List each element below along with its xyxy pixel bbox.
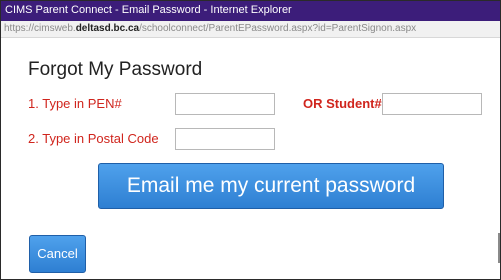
page-title: Forgot My Password (28, 59, 203, 80)
url-path: /schoolconnect/ParentEPassword.aspx?id=P… (139, 23, 417, 34)
title-bar: CIMS Parent Connect - Email Password - I… (1, 1, 500, 21)
postal-code-input[interactable] (175, 128, 275, 150)
or-student-label: OR Student# (303, 96, 382, 111)
email-password-button[interactable]: Email me my current password (98, 163, 444, 209)
url-prefix: https://cimsweb. (4, 23, 76, 34)
student-number-input[interactable] (382, 93, 482, 115)
url-text: https://cimsweb.deltasd.bc.ca/schoolconn… (4, 23, 416, 34)
pen-label: 1. Type in PEN# (28, 96, 122, 111)
pen-input[interactable] (175, 93, 275, 115)
cancel-button[interactable]: Cancel (29, 235, 86, 273)
postal-code-label: 2. Type in Postal Code (28, 131, 159, 146)
url-host: deltasd.bc.ca (75, 23, 140, 34)
browser-window: CIMS Parent Connect - Email Password - I… (0, 0, 501, 280)
window-title: CIMS Parent Connect - Email Password - I… (5, 4, 292, 16)
scrollbar[interactable] (498, 233, 500, 263)
address-bar[interactable]: https://cimsweb.deltasd.bc.ca/schoolconn… (1, 21, 500, 38)
